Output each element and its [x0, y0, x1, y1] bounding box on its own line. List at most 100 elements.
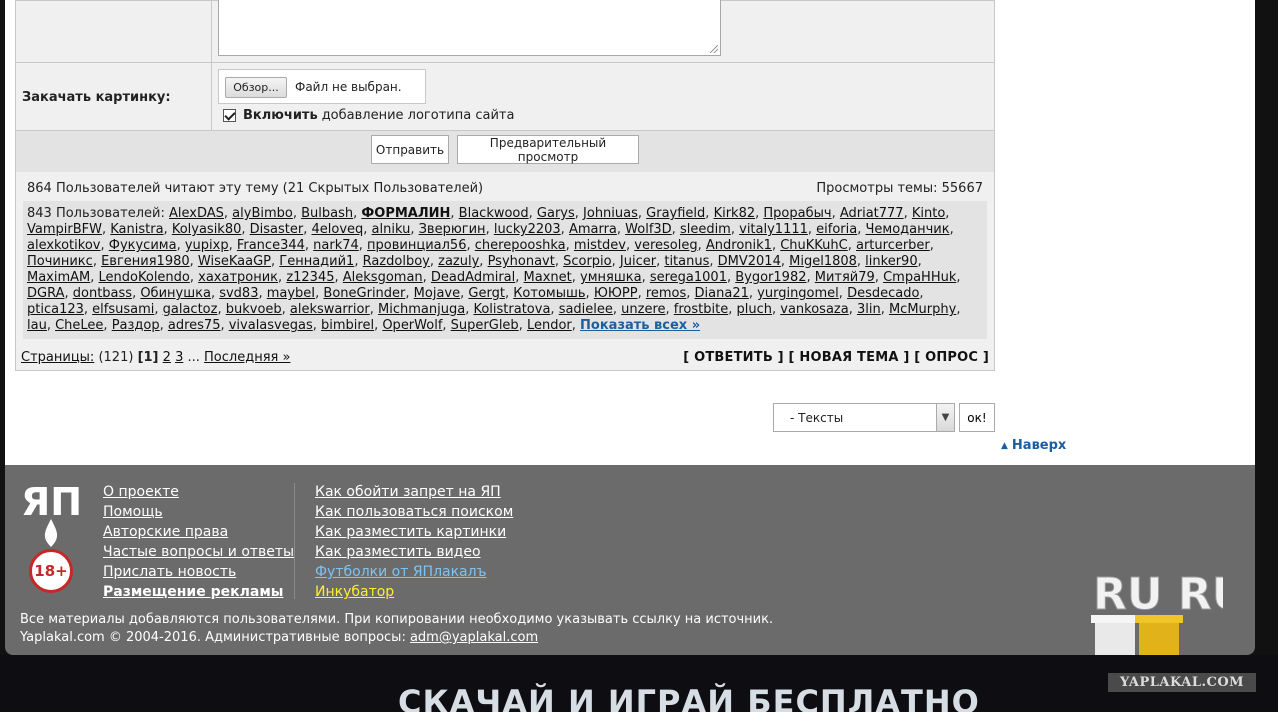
reader-user-link[interactable]: Фукусима [109, 238, 177, 253]
reader-user-link[interactable]: Scorpio [563, 254, 612, 269]
page-link-2[interactable]: 2 [163, 350, 171, 365]
reader-user-link[interactable]: умняшка [580, 270, 642, 285]
reader-user-link[interactable]: MaximAM [27, 270, 90, 285]
reader-user-link[interactable]: хахатроник [198, 270, 278, 285]
resize-grip-icon[interactable] [710, 45, 718, 53]
footer-link[interactable]: Частые вопросы и ответы [103, 542, 294, 562]
reader-user-link[interactable]: Котомышь [513, 286, 585, 301]
reader-user-link[interactable]: Евгения1980 [101, 254, 190, 269]
reader-user-link[interactable]: Blackwood [459, 206, 529, 221]
reader-user-link[interactable]: eiforia [816, 222, 857, 237]
reader-user-link[interactable]: Aleksgoman [343, 270, 423, 285]
logo-checkbox[interactable] [223, 108, 236, 122]
reader-user-link[interactable]: Juicer [620, 254, 656, 269]
reader-user-link[interactable]: VampirBFW [27, 222, 102, 237]
reader-user-link[interactable]: zazuly [438, 254, 479, 269]
reader-user-link[interactable]: dontbass [73, 286, 132, 301]
pages-link[interactable]: Страницы: [21, 350, 94, 365]
footer-link[interactable]: Как разместить видео [315, 542, 513, 562]
reader-user-link[interactable]: Прорабыч [763, 206, 831, 221]
reader-user-link[interactable]: lau [27, 318, 47, 333]
reader-user-link[interactable]: BoneGrinder [323, 286, 405, 301]
reader-user-link[interactable]: Psyhonavt [488, 254, 555, 269]
reader-user-link[interactable]: DeadAdmiral [431, 270, 515, 285]
reader-user-link[interactable]: Razdolboy [363, 254, 430, 269]
reader-user-link[interactable]: Johniuas [583, 206, 638, 221]
reader-user-link[interactable]: pluch [736, 302, 772, 317]
reader-user-link[interactable]: France344 [237, 238, 305, 253]
reader-user-link[interactable]: adres75 [168, 318, 221, 333]
reader-user-link[interactable]: ФОРМАЛИН [361, 206, 450, 221]
footer-link[interactable]: Как пользоваться поиском [315, 502, 513, 522]
reader-user-link[interactable]: alexkotikov [27, 238, 100, 253]
reader-user-link[interactable]: lucky2203 [494, 222, 561, 237]
reader-user-link[interactable]: alyBimbo [232, 206, 293, 221]
reader-user-link[interactable]: Чемоданчик [866, 222, 950, 237]
reader-user-link[interactable]: Maxnet [524, 270, 572, 285]
reader-user-link[interactable]: ЮЮРР [594, 286, 638, 301]
reader-user-link[interactable]: frostbite [674, 302, 728, 317]
reader-user-link[interactable]: vankosaza [780, 302, 848, 317]
reader-user-link[interactable]: DMV2014 [718, 254, 781, 269]
message-textarea[interactable] [218, 0, 721, 56]
reader-user-link[interactable]: провинциал56 [367, 238, 466, 253]
reader-user-link[interactable]: cherepooshka [475, 238, 566, 253]
reader-user-link[interactable]: mistdev [574, 238, 626, 253]
poll-link[interactable]: [ ОПРОС ] [914, 350, 989, 365]
footer-link[interactable]: Прислать новость [103, 562, 294, 582]
reader-user-link[interactable]: OperWolf [382, 318, 442, 333]
reader-user-link[interactable]: AlexDAS [169, 206, 224, 221]
reader-user-link[interactable]: vitaly1111 [739, 222, 808, 237]
reader-user-link[interactable]: LendoKolendo [99, 270, 190, 285]
reader-user-link[interactable]: Починикс [27, 254, 93, 269]
reader-user-link[interactable]: bukvoeb [226, 302, 282, 317]
reader-user-link[interactable]: Michmanjuga [378, 302, 465, 317]
footer-link[interactable]: Помощь [103, 502, 294, 522]
reader-user-link[interactable]: serega1001 [650, 270, 727, 285]
reader-user-link[interactable]: alekswarrior [290, 302, 370, 317]
reader-user-link[interactable]: yurgingomel [757, 286, 839, 301]
reader-user-link[interactable]: alniku [372, 222, 411, 237]
reader-user-link[interactable]: unzere [621, 302, 665, 317]
reader-user-link[interactable]: sleedim [680, 222, 731, 237]
footer-link[interactable]: Размещение рекламы [103, 582, 294, 602]
reader-user-link[interactable]: arturcerber [856, 238, 930, 253]
reader-user-link[interactable]: Lendor [527, 318, 572, 333]
reader-user-link[interactable]: McMurphy [889, 302, 956, 317]
reader-user-link[interactable]: svd83 [219, 286, 258, 301]
reader-user-link[interactable]: ptica123 [27, 302, 84, 317]
reader-user-link[interactable]: yupixp [185, 238, 229, 253]
reader-user-link[interactable]: WiseKaaGP [198, 254, 271, 269]
reader-user-link[interactable]: SuperGleb [451, 318, 519, 333]
reader-user-link[interactable]: elfsusami [92, 302, 154, 317]
footer-link[interactable]: Как обойти запрет на ЯП [315, 482, 513, 502]
last-page-link[interactable]: Последняя » [204, 350, 290, 365]
reader-user-link[interactable]: bimbirel [321, 318, 374, 333]
game-banner[interactable]: СКАЧАЙ И ИГРАЙ БЕСПЛАТНО [0, 655, 1278, 712]
reader-user-link[interactable]: Зверюгин [419, 222, 486, 237]
reader-user-link[interactable]: СmpaHHuk [883, 270, 956, 285]
reply-link[interactable]: [ ОТВЕТИТЬ ] [683, 350, 784, 365]
reader-user-link[interactable]: DGRA [27, 286, 64, 301]
submit-button[interactable]: Отправить [371, 135, 449, 164]
reader-user-link[interactable]: linker90 [865, 254, 917, 269]
reader-user-link[interactable]: Митяй79 [815, 270, 875, 285]
reader-user-link[interactable]: Amarra [569, 222, 617, 237]
reader-user-link[interactable]: z12345 [286, 270, 334, 285]
file-input[interactable]: Обзор... Файл не выбран. [218, 69, 426, 104]
reader-user-link[interactable]: Diana21 [695, 286, 749, 301]
reader-user-link[interactable]: Migel1808 [789, 254, 857, 269]
reader-user-link[interactable]: 4eloveq [311, 222, 363, 237]
reader-user-link[interactable]: vivalasvegas [229, 318, 313, 333]
reader-user-link[interactable]: maybeI [267, 286, 315, 301]
reader-user-link[interactable]: Kanistra [110, 222, 163, 237]
reader-user-link[interactable]: titanus [664, 254, 709, 269]
reader-user-link[interactable]: Kirk82 [714, 206, 756, 221]
reader-user-link[interactable]: Disaster [250, 222, 304, 237]
page-link-3[interactable]: 3 [175, 350, 183, 365]
reader-user-link[interactable]: Kinto [912, 206, 945, 221]
reader-user-link[interactable]: Wolf3D [625, 222, 672, 237]
reader-user-link[interactable]: remos [646, 286, 686, 301]
reader-user-link[interactable]: Kolyasik80 [172, 222, 242, 237]
reader-user-link[interactable]: Bulbash [301, 206, 353, 221]
